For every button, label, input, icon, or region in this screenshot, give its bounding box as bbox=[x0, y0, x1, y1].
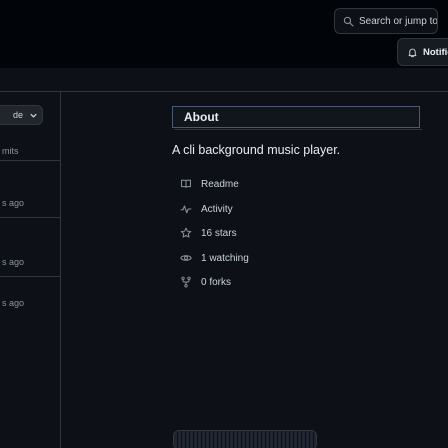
eye-icon bbox=[180, 255, 192, 261]
fork-icon bbox=[181, 276, 191, 288]
commits-label[interactable]: mits bbox=[2, 146, 19, 156]
file-row-timestamp: s ago bbox=[2, 257, 25, 267]
about-divider bbox=[174, 129, 422, 130]
code-button[interactable]: de bbox=[0, 105, 43, 125]
watching-link[interactable]: 1 watching bbox=[180, 250, 249, 266]
chevron-down-icon bbox=[30, 113, 37, 118]
search-placeholder: Search or jump to... bbox=[359, 15, 438, 27]
stars-link[interactable]: 16 stars bbox=[180, 225, 237, 241]
app-window: Search or jump to... Notifications de mi… bbox=[0, 0, 448, 448]
readme-link[interactable]: Readme bbox=[180, 176, 239, 192]
search-icon bbox=[343, 16, 354, 27]
file-row-divider bbox=[0, 160, 60, 161]
notifications-button[interactable]: Notifications bbox=[397, 38, 448, 66]
book-icon bbox=[181, 179, 191, 188]
file-row-timestamp: s ago bbox=[2, 198, 25, 208]
activity-label: Activity bbox=[201, 203, 233, 215]
file-row-divider bbox=[0, 217, 60, 218]
code-button-label: de bbox=[12, 110, 23, 120]
forks-link[interactable]: 0 forks bbox=[180, 274, 231, 290]
languages-bar bbox=[173, 430, 317, 448]
bell-icon bbox=[408, 48, 417, 57]
file-row-timestamp: s ago bbox=[2, 298, 25, 308]
search-input[interactable]: Search or jump to... bbox=[334, 8, 438, 34]
readme-label: Readme bbox=[201, 178, 239, 190]
pulse-icon bbox=[180, 205, 192, 214]
about-heading-box: About bbox=[172, 106, 420, 128]
star-icon bbox=[180, 227, 192, 238]
repo-description: A cli background music player. bbox=[172, 143, 341, 157]
forks-label: 0 forks bbox=[201, 276, 232, 288]
about-title: About bbox=[184, 110, 219, 124]
watching-label: 1 watching bbox=[201, 252, 249, 264]
file-row-divider bbox=[0, 276, 60, 277]
notifications-label: Notifications bbox=[423, 46, 448, 58]
stars-label: 16 stars bbox=[201, 227, 237, 239]
activity-link[interactable]: Activity bbox=[180, 201, 233, 217]
header-divider bbox=[0, 91, 448, 92]
top-header: Search or jump to... Notifications bbox=[0, 0, 448, 68]
